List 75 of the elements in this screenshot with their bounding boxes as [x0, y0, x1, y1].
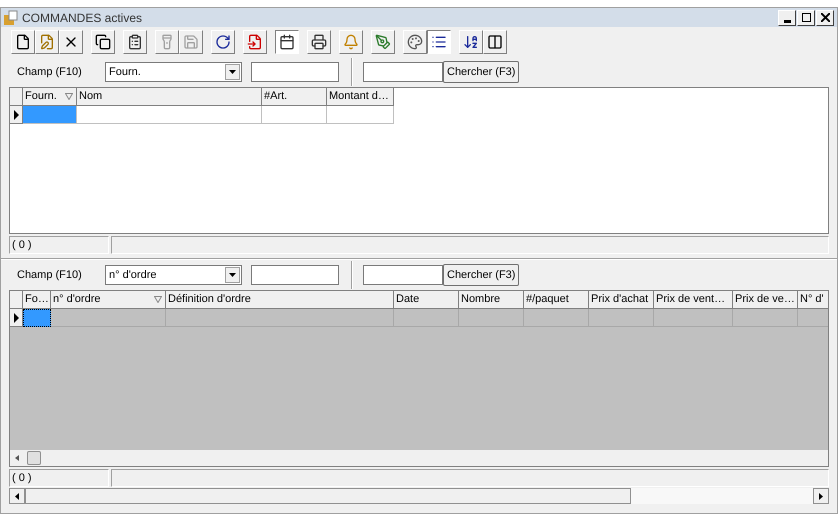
- close-icon: [820, 13, 830, 22]
- column-header[interactable]: Fo…: [23, 291, 51, 309]
- search-input-field[interactable]: [363, 265, 443, 285]
- app-icon: [3, 10, 19, 26]
- table-cell[interactable]: [23, 309, 51, 327]
- search-input-field[interactable]: [251, 265, 339, 285]
- column-header[interactable]: #/paquet: [524, 291, 589, 309]
- row-header[interactable]: [10, 106, 23, 124]
- scroll-right-button[interactable]: [813, 488, 829, 504]
- table-cell[interactable]: [51, 309, 166, 327]
- row-header[interactable]: [10, 309, 23, 327]
- column-header[interactable]: Nombre: [459, 291, 524, 309]
- calendar-icon: [279, 34, 295, 50]
- properties-icon: [127, 34, 143, 50]
- horizontal-scrollbar[interactable]: [9, 488, 829, 504]
- refresh-icon: [215, 34, 231, 50]
- new-file-icon: [15, 34, 31, 50]
- column-header[interactable]: Prix d'achat: [589, 291, 654, 309]
- toolbar-button[interactable]: [275, 30, 299, 54]
- column-header[interactable]: #Art.: [262, 88, 327, 106]
- column-header[interactable]: n° d'ordre: [51, 291, 166, 309]
- scroll-thumb[interactable]: [27, 451, 41, 465]
- sort-icon: [463, 34, 479, 50]
- record-count: ( 0 ): [9, 469, 109, 487]
- table-cell[interactable]: [733, 309, 798, 327]
- columns-icon: [487, 34, 503, 50]
- column-header[interactable]: Définition d'ordre: [166, 291, 394, 309]
- import-icon: [247, 34, 263, 50]
- minimize-button[interactable]: [778, 10, 796, 26]
- table-cell[interactable]: [166, 309, 394, 327]
- column-header[interactable]: N° d': [798, 291, 828, 309]
- column-header[interactable]: Nom: [77, 88, 262, 106]
- minimize-icon: [784, 20, 790, 22]
- row-pointer-icon: [14, 312, 18, 322]
- record-count: ( 0 ): [9, 236, 109, 254]
- pen-icon: [375, 34, 391, 50]
- table-cell[interactable]: [524, 309, 589, 327]
- printer-icon: [311, 34, 327, 50]
- list-icon: [431, 34, 447, 50]
- horizontal-scrollbar[interactable]: [10, 450, 828, 466]
- column-header[interactable]: Prix de vent…: [654, 291, 733, 309]
- table-cell[interactable]: [459, 309, 524, 327]
- field-dropdown[interactable]: n° d'ordre: [105, 265, 242, 285]
- palette-icon: [407, 34, 423, 50]
- column-header[interactable]: Date: [394, 291, 459, 309]
- save-icon: [183, 34, 199, 50]
- table-cell[interactable]: [394, 309, 459, 327]
- field-label: Champ (F10): [16, 268, 83, 283]
- toolbar-button[interactable]: [427, 30, 451, 54]
- scroll-thumb[interactable]: [25, 488, 631, 504]
- copy-icon: [95, 34, 111, 50]
- column-header[interactable]: Fourn.: [23, 88, 77, 106]
- sort-indicator-icon: [65, 93, 73, 100]
- search-button[interactable]: Chercher (F3): [443, 264, 520, 286]
- close-button[interactable]: [816, 10, 834, 26]
- sort-indicator-icon: [154, 296, 162, 303]
- table-cell[interactable]: [654, 309, 733, 327]
- scroll-left-button[interactable]: [9, 488, 25, 504]
- table-cell[interactable]: [589, 309, 654, 327]
- search-input-field[interactable]: [251, 62, 339, 82]
- search-input-field[interactable]: [363, 62, 443, 82]
- column-header[interactable]: Prix de ve…: [733, 291, 798, 309]
- window-title: COMMANDES actives: [22, 10, 144, 26]
- maximize-button[interactable]: [797, 10, 815, 26]
- right-arrow-icon: [819, 492, 823, 500]
- column-header[interactable]: Montant d…: [327, 88, 394, 106]
- row-pointer-icon: [14, 110, 18, 120]
- scroll-left-icon: [15, 455, 19, 461]
- field-label: Champ (F10): [16, 64, 83, 80]
- bell-icon: [343, 34, 359, 50]
- edit-file-icon: [39, 34, 55, 50]
- search-button[interactable]: Chercher (F3): [443, 61, 520, 83]
- left-arrow-icon: [15, 492, 19, 500]
- maximize-icon: [802, 13, 810, 22]
- field-dropdown[interactable]: Fourn.: [105, 62, 242, 82]
